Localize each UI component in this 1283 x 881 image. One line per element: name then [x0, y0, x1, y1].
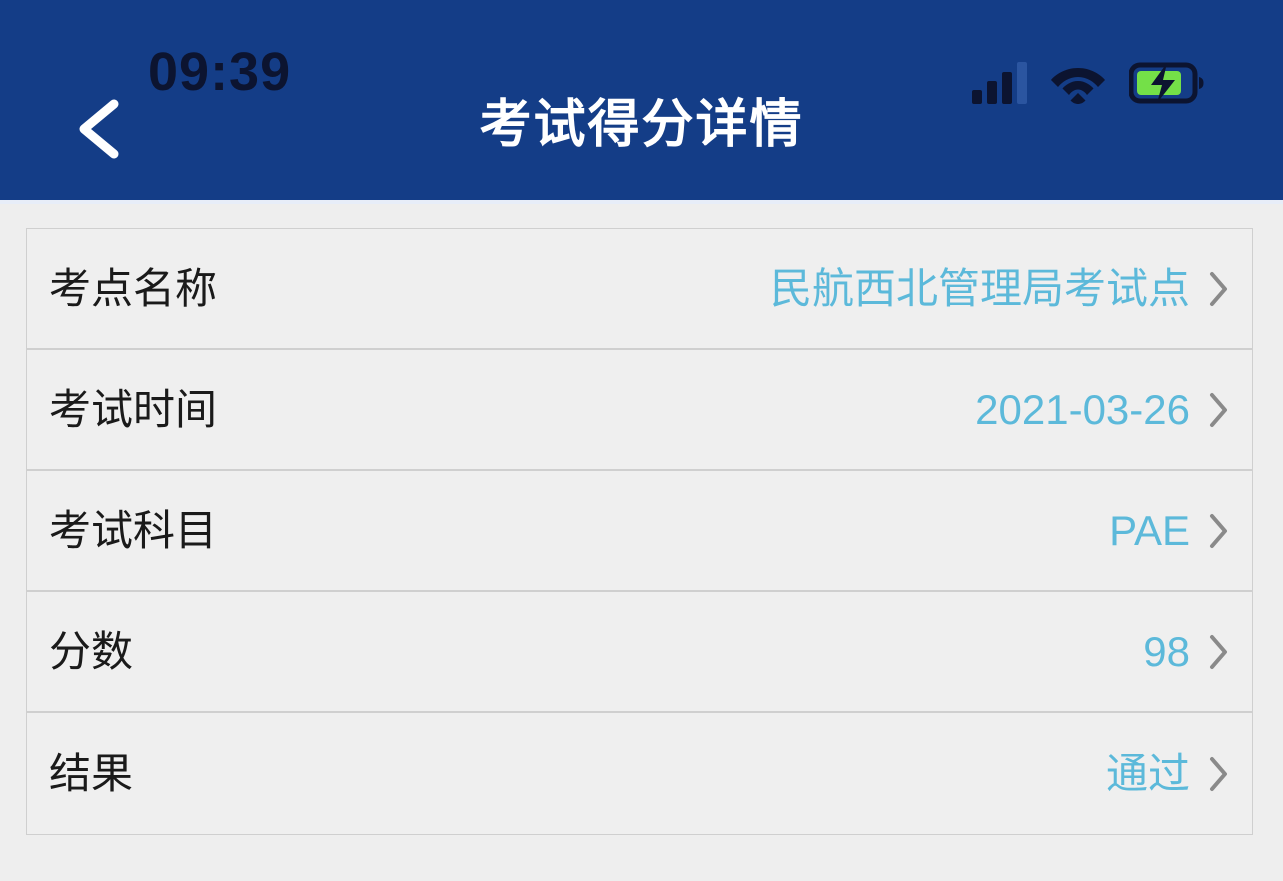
detail-row-value: 98: [1143, 627, 1190, 675]
detail-row-exam-subject[interactable]: 考试科目 PAE: [27, 471, 1252, 592]
status-bar: 09:39: [0, 0, 1283, 108]
header-underline: [0, 200, 1283, 204]
detail-row-exam-date[interactable]: 考试时间 2021-03-26: [27, 350, 1252, 471]
detail-row-exam-site[interactable]: 考点名称 民航西北管理局考试点: [27, 229, 1252, 350]
chevron-right-icon: [1208, 754, 1230, 794]
chevron-right-icon: [1208, 511, 1230, 551]
app-screen: 09:39 考试得分详情 考点名称 民航西北管理局考试点 考试时间 2021-0…: [0, 0, 1283, 881]
detail-row-value: 2021-03-26: [975, 385, 1190, 433]
detail-row-label: 分数: [49, 627, 134, 675]
detail-row-label: 考试时间: [49, 385, 218, 433]
detail-row-label: 考点名称: [49, 264, 218, 312]
status-bar-time: 09:39: [148, 42, 292, 102]
detail-row-result[interactable]: 结果 通过: [27, 713, 1252, 834]
page-title: 考试得分详情: [479, 96, 804, 154]
detail-row-label: 考试科目: [49, 506, 218, 554]
chevron-right-icon: [1208, 269, 1230, 309]
app-header: 09:39 考试得分详情: [0, 0, 1283, 200]
detail-row-score[interactable]: 分数 98: [27, 592, 1252, 713]
detail-row-value: 民航西北管理局考试点: [769, 264, 1190, 312]
detail-row-right: PAE: [1109, 507, 1230, 555]
exam-score-detail-card: 考点名称 民航西北管理局考试点 考试时间 2021-03-26 考试科目 PAE…: [26, 228, 1253, 835]
chevron-right-icon: [1208, 390, 1230, 430]
detail-row-right: 通过: [1106, 750, 1230, 798]
detail-row-right: 2021-03-26: [975, 386, 1230, 434]
detail-row-label: 结果: [49, 749, 134, 797]
detail-row-value: 通过: [1105, 749, 1190, 797]
detail-row-value: PAE: [1109, 506, 1190, 554]
chevron-right-icon: [1208, 632, 1230, 672]
detail-row-right: 民航西北管理局考试点: [770, 265, 1230, 313]
detail-row-right: 98: [1143, 628, 1230, 676]
